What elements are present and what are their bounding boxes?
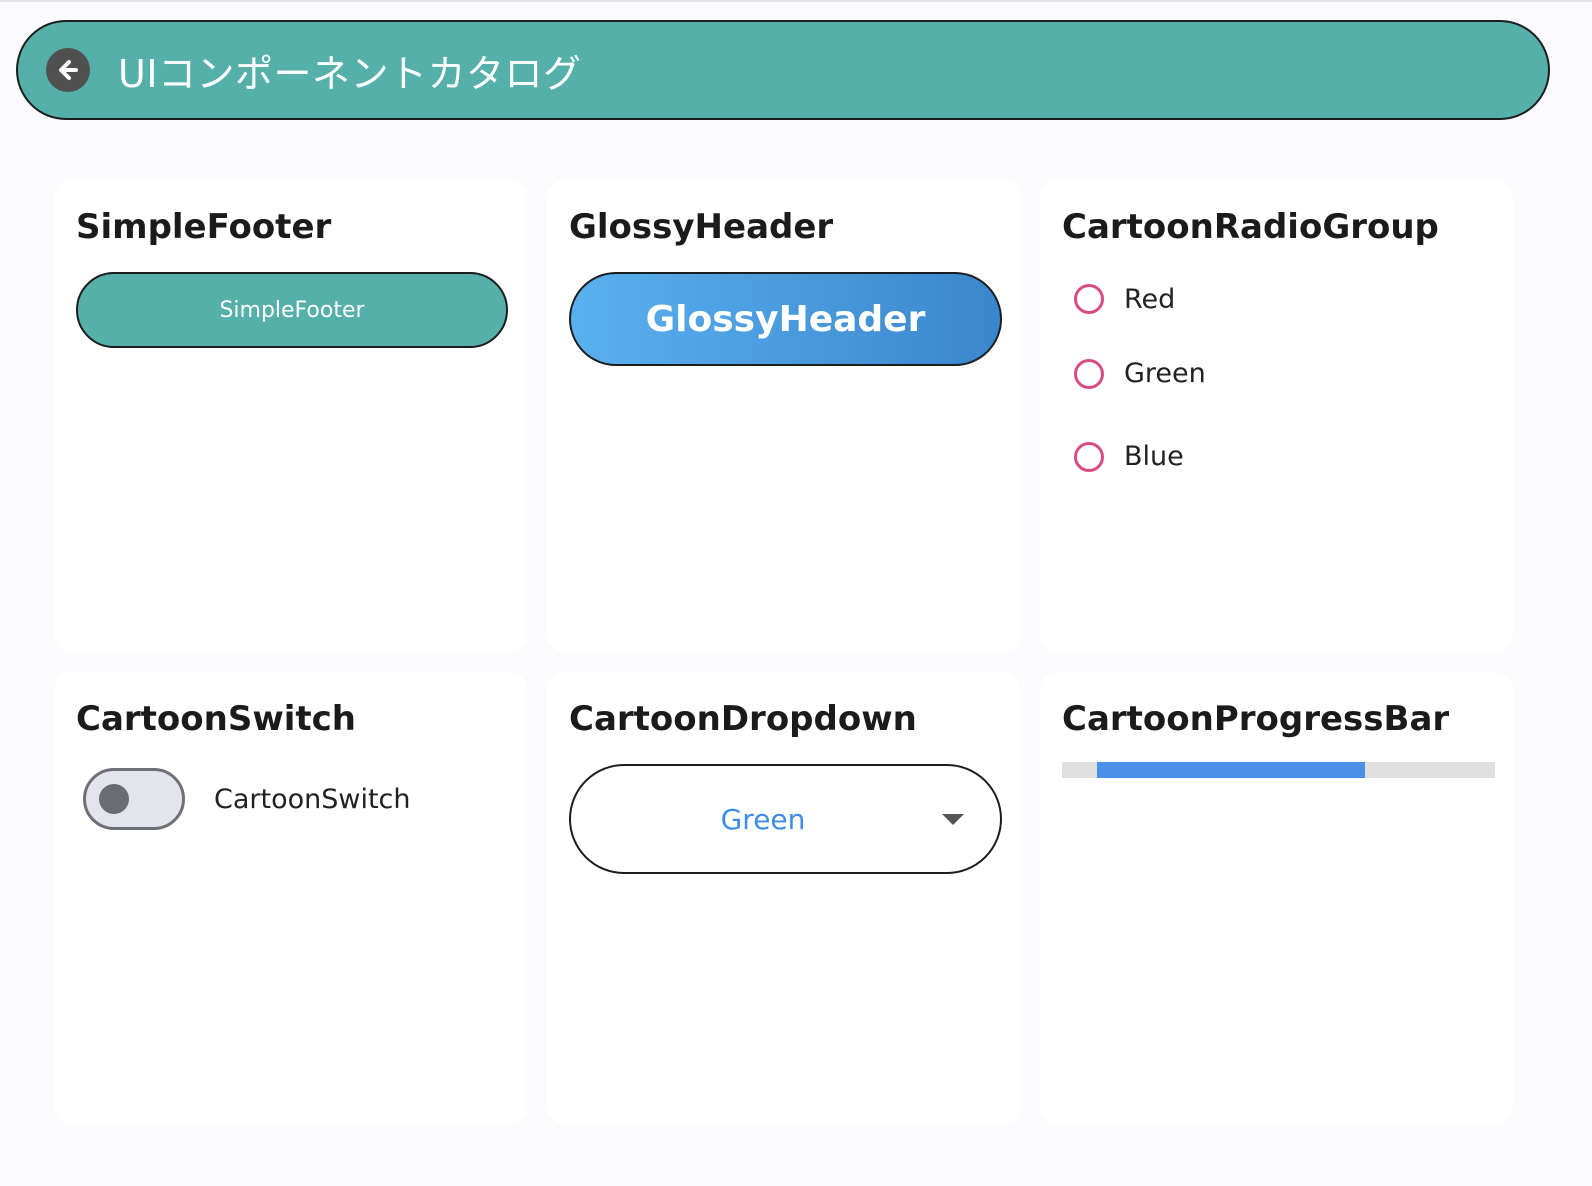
card-title: CartoonDropdown [569, 699, 917, 739]
card-glossy-header: GlossyHeader GlossyHeader [547, 180, 1020, 652]
component-grid: SimpleFooter SimpleFooter GlossyHeader G… [54, 180, 1514, 1124]
radio-label: Blue [1124, 441, 1184, 472]
chevron-down-icon [942, 814, 964, 825]
radio-label: Red [1124, 283, 1176, 315]
radio-option-green[interactable]: Green [1074, 332, 1491, 415]
card-title: CartoonProgressBar [1062, 699, 1450, 739]
dropdown-value: Green [720, 802, 806, 836]
radio-button[interactable] [1074, 284, 1104, 314]
card-title: GlossyHeader [569, 207, 834, 247]
card-dropdown: CartoonDropdown Green [547, 672, 1020, 1124]
switch-label: CartoonSwitch [214, 783, 411, 815]
card-simple-footer: SimpleFooter SimpleFooter [54, 180, 527, 652]
card-title: CartoonSwitch [76, 699, 357, 739]
toggle-switch[interactable] [83, 768, 185, 830]
progress-fill [1096, 762, 1366, 778]
back-button[interactable] [46, 48, 90, 92]
switch-thumb [99, 784, 129, 814]
card-title: CartoonRadioGroup [1062, 207, 1439, 247]
radio-option-red[interactable]: Red [1074, 266, 1491, 332]
card-title: SimpleFooter [76, 207, 332, 247]
dropdown-select[interactable]: Green [569, 764, 1002, 874]
radio-group: Red Green Blue [1062, 266, 1491, 498]
card-radio-group: CartoonRadioGroup Red Green Blue [1040, 180, 1513, 652]
radio-button[interactable] [1074, 441, 1104, 472]
app-bar: UIコンポーネントカタログ [16, 20, 1550, 120]
radio-button[interactable] [1074, 358, 1104, 389]
radio-option-blue[interactable]: Blue [1074, 415, 1491, 498]
radio-label: Green [1124, 358, 1206, 389]
simple-footer-button[interactable]: SimpleFooter [76, 272, 508, 348]
top-border [0, 0, 1592, 2]
page-title: UIコンポーネントカタログ [118, 51, 582, 96]
switch-row: CartoonSwitch [76, 768, 505, 830]
arrow-left-icon [59, 60, 78, 80]
progress-bar [1062, 762, 1495, 778]
card-progress: CartoonProgressBar [1040, 672, 1513, 1124]
card-switch: CartoonSwitch CartoonSwitch [54, 672, 527, 1124]
glossy-header-button[interactable]: GlossyHeader [569, 272, 1002, 366]
